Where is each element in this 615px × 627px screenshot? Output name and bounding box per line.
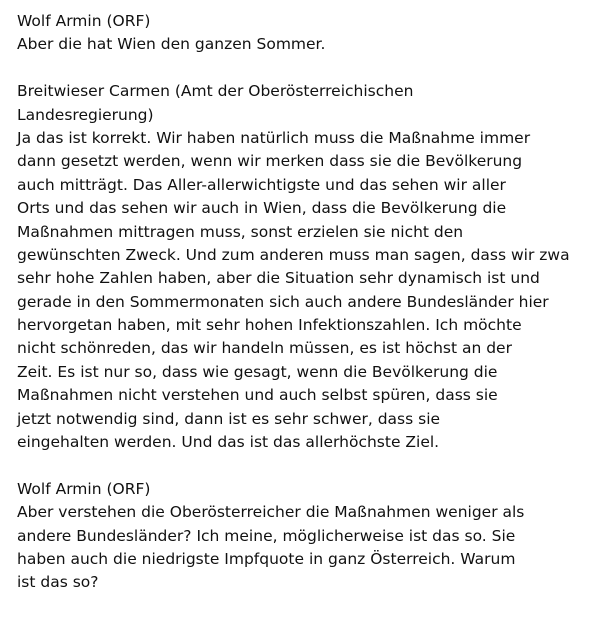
transcript-line: andere Bundesländer? Ich meine, mögliche… xyxy=(17,526,516,545)
transcript-line: Aber die hat Wien den ganzen Sommer. xyxy=(17,35,326,54)
transcript-line: ist das so? xyxy=(17,573,99,592)
transcript-line: nicht schönreden, das wir handeln müssen… xyxy=(17,339,512,358)
transcript-block-1: Wolf Armin (ORF) Aber die hat Wien den g… xyxy=(17,10,615,57)
transcript-line: hervorgetan haben, mit sehr hohen Infekt… xyxy=(17,316,522,335)
interview-transcript: Wolf Armin (ORF) Aber die hat Wien den g… xyxy=(17,10,615,618)
speaker-affiliation: Landesregierung) xyxy=(17,105,154,124)
speaker-name: Wolf Armin (ORF) xyxy=(17,12,151,30)
transcript-block-2: Breitwieser Carmen (Amt der Oberösterrei… xyxy=(17,80,615,454)
transcript-line: jetzt notwendig sind, dann ist es sehr s… xyxy=(17,409,441,428)
transcript-block-3: Wolf Armin (ORF) Aber verstehen die Ober… xyxy=(17,478,615,595)
transcript-line: Zeit. Es ist nur so, dass wie gesagt, we… xyxy=(17,362,498,381)
transcript-line: haben auch die niedrigste Impfquote in g… xyxy=(17,549,516,568)
transcript-line: auch mitträgt. Das Aller-allerwichtigste… xyxy=(17,175,506,194)
transcript-line: Orts und das sehen wir auch in Wien, das… xyxy=(17,199,507,218)
transcript-line: Ja das ist korrekt. Wir haben natürlich … xyxy=(17,128,531,147)
transcript-line: eingehalten werden. Und das ist das alle… xyxy=(17,433,440,452)
transcript-line: Aber verstehen die Oberösterreicher die … xyxy=(17,503,525,522)
transcript-line: sehr hohe Zahlen haben, aber die Situati… xyxy=(17,269,540,288)
transcript-line: Maßnahmen nicht verstehen und auch selbs… xyxy=(17,386,498,405)
speaker-name: Breitwieser Carmen (Amt der Oberösterrei… xyxy=(17,82,414,101)
transcript-line: dann gesetzt werden, wenn wir merken das… xyxy=(17,152,523,171)
speaker-name: Wolf Armin (ORF) xyxy=(17,479,151,498)
transcript-line: gerade in den Sommermonaten sich auch an… xyxy=(17,292,549,311)
transcript-line: gewünschten Zweck. Und zum anderen muss … xyxy=(17,245,570,264)
transcript-line: Maßnahmen mittragen muss, sonst erzielen… xyxy=(17,222,464,241)
